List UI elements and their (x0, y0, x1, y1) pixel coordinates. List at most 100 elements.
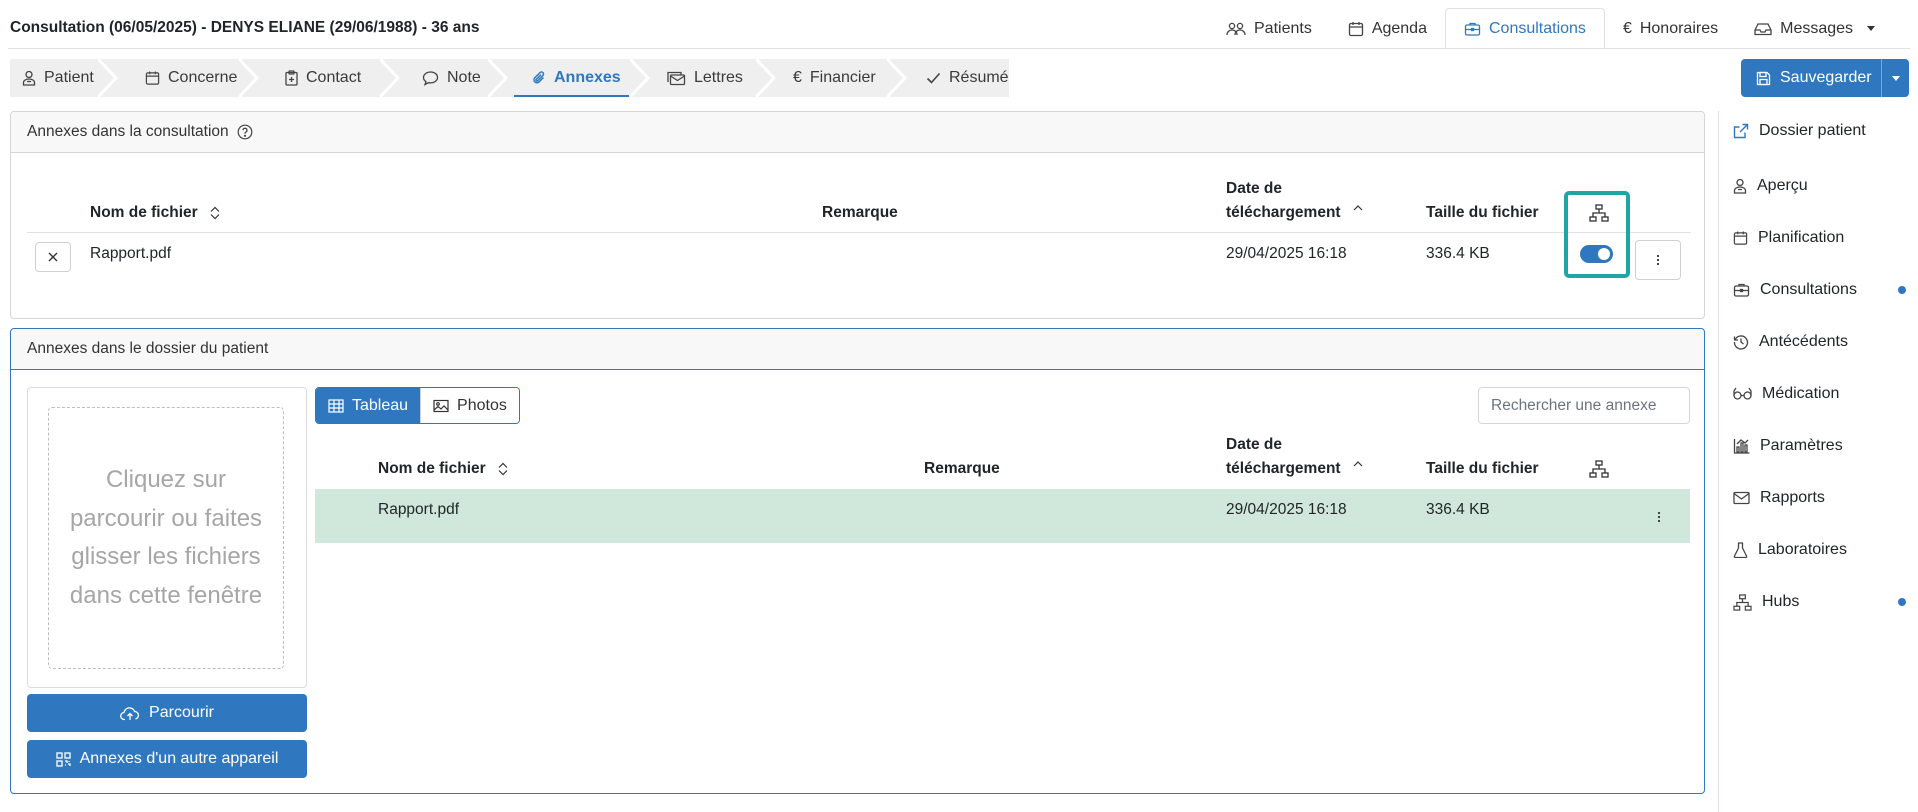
column-header-date[interactable]: Date de téléchargement (1226, 177, 1363, 225)
sidebar-item-label: Paramètres (1760, 437, 1843, 454)
chevron-down-icon (1867, 26, 1876, 31)
step-concerne[interactable]: Concerne (145, 59, 237, 97)
panel-title: Annexes dans la consultation (27, 123, 229, 140)
flask-icon (1733, 542, 1748, 558)
other-device-attachments-button[interactable]: Annexes d'un autre appareil (27, 740, 307, 778)
hierarchy-icon (1733, 593, 1752, 611)
panel-header: Annexes dans le dossier du patient (11, 329, 1704, 370)
page-title: Consultation (06/05/2025) - DENYS ELIANE… (10, 19, 480, 36)
sidebar-item-label: Antécédents (1759, 333, 1848, 350)
highlight-frame (1564, 191, 1630, 278)
row-actions-button[interactable] (1635, 240, 1681, 280)
file-drop-zone[interactable]: Cliquez sur parcourir ou faites glisser … (48, 407, 284, 669)
nav-consultations[interactable]: Consultations (1444, 8, 1605, 49)
help-icon[interactable] (237, 124, 253, 140)
close-icon (48, 252, 58, 262)
right-sidebar: Dossier patient Aperçu Planification Con… (1718, 111, 1918, 812)
panel-title: Annexes dans le dossier du patient (27, 340, 269, 357)
calendar-icon (1348, 21, 1364, 37)
floppy-icon (1756, 71, 1771, 86)
sidebar-item-label: Aperçu (1757, 177, 1808, 194)
button-label: Parcourir (149, 704, 214, 721)
row-actions-button[interactable] (1649, 502, 1669, 532)
table-icon (328, 398, 344, 413)
chevron-separator-icon (239, 59, 260, 97)
sidebar-item-label: Consultations (1760, 281, 1857, 298)
external-link-icon (1733, 123, 1749, 139)
save-dropdown-toggle[interactable] (1881, 59, 1909, 97)
briefcase-icon (1464, 21, 1481, 37)
column-header-filename[interactable]: Nom de fichier (378, 457, 508, 481)
users-icon (1226, 21, 1246, 37)
nav-agenda[interactable]: Agenda (1330, 8, 1445, 49)
panel-header: Annexes dans la consultation (11, 112, 1704, 153)
column-header-size[interactable]: Taille du fichier (1426, 457, 1539, 481)
step-financier[interactable]: € Financier (793, 59, 876, 97)
remove-attachment-button[interactable] (35, 242, 71, 272)
tab-label: Tableau (352, 396, 409, 414)
envelopes-icon (666, 70, 686, 86)
save-button-group: Sauvegarder (1741, 59, 1909, 97)
column-header-date[interactable]: Date de téléchargement (1226, 433, 1363, 481)
search-input[interactable] (1478, 387, 1690, 424)
qr-code-icon (55, 751, 71, 767)
tab-photos[interactable]: Photos (420, 388, 519, 423)
step-annexes[interactable]: Annexes (514, 59, 629, 97)
euro-icon: € (1622, 19, 1632, 37)
nav-label: Honoraires (1639, 19, 1719, 37)
sidebar-item-medication[interactable]: Médication (1733, 379, 1913, 409)
browse-button[interactable]: Parcourir (27, 694, 307, 732)
glasses-icon (1733, 387, 1752, 401)
column-header-remark[interactable]: Remarque (822, 201, 898, 225)
more-vertical-icon (1656, 254, 1660, 266)
chevron-separator-icon (380, 59, 401, 97)
hierarchy-icon (1589, 460, 1609, 478)
sidebar-item-hubs[interactable]: Hubs (1733, 587, 1913, 617)
envelope-icon (1733, 491, 1750, 505)
sidebar-item-antecedents[interactable]: Antécédents (1733, 327, 1913, 357)
cloud-upload-icon (120, 706, 140, 721)
nav-patients[interactable]: Patients (1208, 8, 1330, 49)
table-divider (27, 232, 1691, 233)
sidebar-item-label: Hubs (1762, 593, 1800, 610)
sidebar-item-parametres[interactable]: Paramètres (1733, 431, 1913, 461)
step-patient[interactable]: Patient (22, 59, 94, 97)
chevron-separator-icon (756, 59, 777, 97)
person-icon (1733, 178, 1747, 194)
sidebar-item-rapports[interactable]: Rapports (1733, 483, 1913, 513)
step-label: Annexes (554, 69, 621, 86)
tab-tableau[interactable]: Tableau (316, 388, 421, 423)
clipboard-plus-icon (285, 70, 298, 86)
column-header-remark[interactable]: Remarque (924, 457, 1000, 481)
sidebar-item-apercu[interactable]: Aperçu (1733, 171, 1913, 201)
attachment-filename[interactable]: Rapport.pdf (378, 501, 459, 519)
nav-honoraires[interactable]: € Honoraires (1605, 8, 1736, 49)
inbox-icon (1754, 21, 1772, 37)
column-header-size[interactable]: Taille du fichier (1426, 201, 1539, 225)
chevron-down-icon (1891, 75, 1900, 81)
step-note[interactable]: Note (422, 59, 481, 97)
column-label: Nom de fichier (378, 460, 486, 477)
column-header-filename[interactable]: Nom de fichier (90, 201, 220, 225)
sidebar-item-planification[interactable]: Planification (1733, 223, 1913, 253)
sidebar-item-dossier-patient[interactable]: Dossier patient (1733, 116, 1913, 146)
attachment-size: 336.4 KB (1426, 501, 1490, 518)
save-button[interactable]: Sauvegarder (1741, 59, 1881, 97)
attachment-filename[interactable]: Rapport.pdf (90, 245, 171, 263)
drop-zone-text: Cliquez sur parcourir ou faites glisser … (69, 466, 263, 609)
step-lettres[interactable]: Lettres (666, 59, 743, 97)
step-label: Résumé (949, 69, 1009, 86)
step-label: Financier (809, 69, 876, 86)
step-resume[interactable]: Résumé (926, 59, 1009, 97)
hub-share-toggle[interactable] (1580, 245, 1613, 263)
sidebar-item-label: Dossier patient (1759, 122, 1866, 139)
sidebar-item-laboratoires[interactable]: Laboratoires (1733, 535, 1913, 565)
attachment-size: 336.4 KB (1426, 245, 1490, 262)
top-nav: Patients Agenda Consultations € Honorair… (1208, 8, 1893, 49)
nav-label: Agenda (1371, 19, 1427, 37)
image-icon (433, 399, 449, 413)
nav-messages[interactable]: Messages (1736, 8, 1893, 49)
step-contact[interactable]: Contact (285, 59, 361, 97)
step-label: Patient (44, 69, 94, 86)
sidebar-item-consultations[interactable]: Consultations (1733, 275, 1913, 305)
